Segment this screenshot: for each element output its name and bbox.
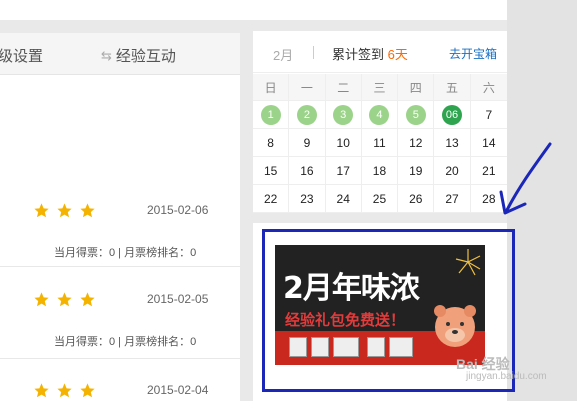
- calendar-day[interactable]: 10: [326, 129, 362, 156]
- star-icon: [80, 292, 95, 307]
- star-icon: [57, 203, 72, 218]
- tab-bar: 级设置 ⇆ 经验互动: [0, 33, 240, 75]
- swap-icon: ⇆: [101, 47, 112, 63]
- calendar-day[interactable]: 20: [434, 157, 471, 184]
- rating-stars: [33, 291, 96, 308]
- calendar-day[interactable]: 26: [398, 185, 435, 212]
- calendar-day[interactable]: 16: [289, 157, 326, 184]
- calendar-day[interactable]: 11: [362, 129, 399, 156]
- divider: [0, 358, 240, 359]
- tab-level-settings[interactable]: 级设置: [0, 45, 43, 66]
- calendar-day[interactable]: 17: [326, 157, 362, 184]
- experience-list-panel: 级设置 ⇆ 经验互动 2015-02-06 当月得票：0 | 月票榜排名：0 2…: [0, 33, 240, 401]
- weekday-label: 六: [482, 80, 495, 95]
- signed-day-dot: 5: [405, 104, 426, 125]
- calendar-day[interactable]: 8: [253, 129, 290, 156]
- star-icon: [34, 292, 49, 307]
- signed-day-dot: 3: [333, 104, 354, 125]
- tab-label: 经验互动: [115, 48, 176, 65]
- calendar-day[interactable]: 1: [253, 101, 290, 128]
- weekday-label: 五: [434, 74, 471, 100]
- calendar-day[interactable]: 5: [398, 101, 435, 128]
- weekday-label: 四: [398, 74, 435, 100]
- sign-in-days: 6天: [387, 47, 408, 62]
- watermark-url: jingyan.baidu.com: [466, 371, 547, 382]
- calendar-day[interactable]: 3: [326, 101, 362, 128]
- calendar-day[interactable]: 7: [471, 101, 507, 128]
- weekday-label: 一: [289, 74, 326, 100]
- calendar-week: 22 23 24 25 26 27 28: [253, 185, 507, 213]
- calendar-day[interactable]: 2: [289, 101, 326, 128]
- star-icon: [34, 383, 49, 398]
- calendar-day[interactable]: 4: [362, 101, 399, 128]
- calendar-week: 8 9 10 11 12 13 14: [253, 129, 507, 157]
- calendar-day[interactable]: 15: [253, 157, 290, 184]
- top-panel: [0, 0, 507, 20]
- star-icon: [34, 203, 49, 218]
- calendar-week: 1 2 3 4 5 06 7: [253, 101, 507, 129]
- signed-day-dot: 1: [260, 104, 281, 125]
- calendar-day[interactable]: 12: [398, 129, 435, 156]
- calendar-day[interactable]: 27: [434, 185, 471, 212]
- rating-stars: [33, 382, 96, 399]
- today-dot: 06: [442, 104, 463, 125]
- signed-day-dot: 2: [296, 104, 317, 125]
- tab-experience-interaction[interactable]: ⇆ 经验互动: [101, 45, 176, 66]
- calendar-grid: 日 一 二 三 四 五 六 1 2 3 4 5 06 7 8 9 10 11 1…: [253, 74, 507, 213]
- annotation-arrow-icon: [499, 142, 552, 215]
- signed-day-dot: 4: [369, 104, 390, 125]
- calendar-month: 2月: [273, 48, 294, 63]
- open-treasure-link[interactable]: 去开宝箱: [449, 45, 497, 62]
- star-icon: [57, 292, 72, 307]
- item-date: 2015-02-06: [147, 203, 209, 217]
- calendar-day[interactable]: 25: [362, 185, 399, 212]
- calendar-day[interactable]: 18: [362, 157, 399, 184]
- weekday-label: 三: [362, 74, 399, 100]
- star-icon: [80, 203, 95, 218]
- rating-stars: [33, 202, 96, 219]
- calendar-day[interactable]: 22: [253, 185, 290, 212]
- divider: [0, 266, 240, 267]
- weekday-row: 日 一 二 三 四 五 六: [253, 74, 507, 101]
- item-date: 2015-02-04: [147, 383, 209, 397]
- item-vote-info: 当月得票：0 | 月票榜排名：0: [54, 336, 197, 348]
- star-icon: [80, 383, 95, 398]
- calendar-day[interactable]: 23: [289, 185, 326, 212]
- weekday-label: 二: [326, 74, 362, 100]
- weekday-label: 日: [253, 74, 290, 100]
- calendar-day[interactable]: 19: [398, 157, 435, 184]
- calendar-day[interactable]: 9: [289, 129, 326, 156]
- sign-in-count: 累计签到 6天: [332, 44, 408, 63]
- star-icon: [57, 383, 72, 398]
- item-date: 2015-02-05: [147, 292, 209, 306]
- item-vote-info: 当月得票：0 | 月票榜排名：0: [54, 247, 197, 259]
- calendar-header: 2月 累计签到 6天 去开宝箱: [253, 31, 507, 73]
- calendar-day[interactable]: 13: [434, 129, 471, 156]
- calendar-week: 15 16 17 18 19 20 21: [253, 157, 507, 185]
- calendar-day-today[interactable]: 06: [434, 101, 471, 128]
- calendar-day[interactable]: 24: [326, 185, 362, 212]
- divider: [313, 46, 314, 59]
- sign-in-calendar: 2月 累计签到 6天 去开宝箱 日 一 二 三 四 五 六 1 2 3 4 5 …: [253, 31, 507, 213]
- sign-in-label: 累计签到: [332, 47, 385, 62]
